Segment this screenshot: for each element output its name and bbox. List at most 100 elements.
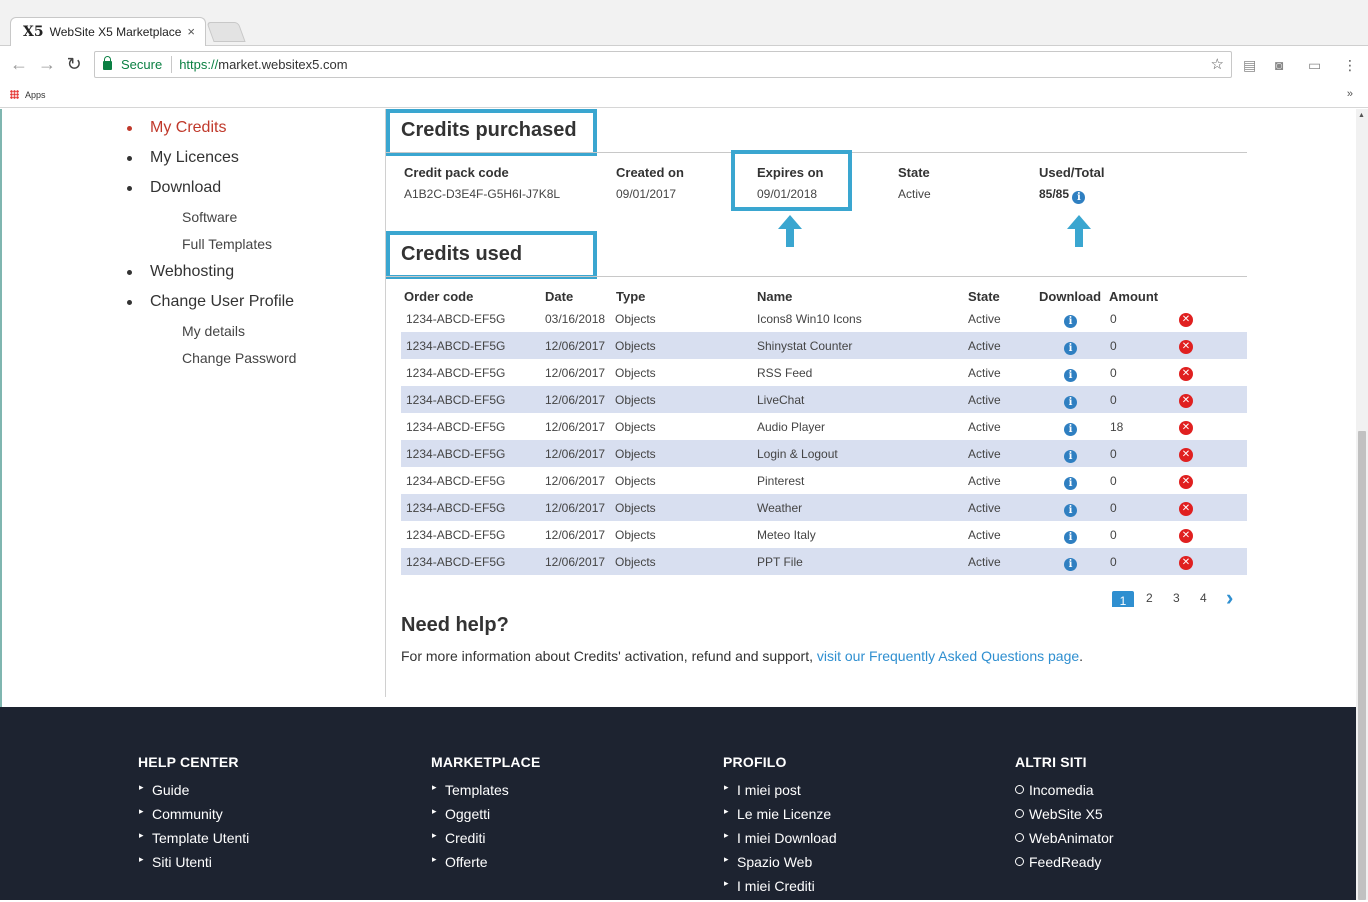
browser-tab[interactable]: X5 WebSite X5 Marketplace × <box>10 17 206 46</box>
tab-title: WebSite X5 Marketplace <box>49 25 182 39</box>
download-info-icon[interactable]: i <box>1064 554 1077 571</box>
created-on-value: 09/01/2017 <box>616 187 677 201</box>
delete-icon[interactable]: ✕ <box>1179 527 1193 543</box>
page-button[interactable]: 2 <box>1146 591 1153 605</box>
footer-link[interactable]: ▸ I miei Download <box>723 830 837 854</box>
order-code-cell: 1234-ABCD-EF5G <box>406 474 506 488</box>
footer-link[interactable]: ▸ Siti Utenti <box>138 854 249 878</box>
page-button-current[interactable]: 1 <box>1112 591 1134 607</box>
delete-icon[interactable]: ✕ <box>1179 554 1193 570</box>
faq-link[interactable]: visit our Frequently Asked Questions pag… <box>817 648 1079 664</box>
omnibox-divider <box>171 56 173 73</box>
scroll-up-icon[interactable]: ▲ <box>1358 112 1365 119</box>
order-code-cell: 1234-ABCD-EF5G <box>406 528 506 542</box>
footer-link[interactable]: ▸ Community <box>138 806 249 830</box>
bookmark-star-icon[interactable]: ☆ <box>1211 55 1224 73</box>
footer-link[interactable]: ▸ I miei post <box>723 782 837 806</box>
name-cell: Meteo Italy <box>757 528 816 542</box>
chevron-right-icon: ▸ <box>724 806 729 816</box>
cast-icon[interactable]: ▭ <box>1308 57 1321 74</box>
apps-grid-icon[interactable] <box>10 90 19 99</box>
download-info-icon[interactable]: i <box>1064 392 1077 409</box>
section-divider <box>386 276 1247 277</box>
download-info-icon[interactable]: i <box>1064 365 1077 382</box>
name-cell: Icons8 Win10 Icons <box>757 312 862 326</box>
sidebar-item-label: Change User Profile <box>150 293 295 310</box>
bookmarks-overflow-icon[interactable]: » <box>1347 88 1353 100</box>
amount-cell: 0 <box>1110 339 1117 353</box>
footer-link[interactable]: FeedReady <box>1015 854 1114 878</box>
footer-link[interactable]: WebSite X5 <box>1015 806 1114 830</box>
footer-link[interactable]: ▸ I miei Crediti <box>723 878 837 902</box>
scrollbar-thumb[interactable] <box>1358 431 1366 900</box>
footer-link[interactable]: ▸ Template Utenti <box>138 830 249 854</box>
footer-link[interactable]: Incomedia <box>1015 782 1114 806</box>
bullet-icon <box>127 300 132 305</box>
amount-cell: 0 <box>1110 501 1117 515</box>
delete-icon[interactable]: ✕ <box>1179 419 1193 435</box>
state-cell: Active <box>968 555 1001 569</box>
footer-link[interactable]: ▸ Crediti <box>431 830 541 854</box>
download-info-icon[interactable]: i <box>1064 473 1077 490</box>
footer-heading: PROFILO <box>723 754 787 770</box>
camera-extension-icon[interactable]: ◙ <box>1275 57 1283 73</box>
sidebar-subitem-my-details[interactable]: My details <box>182 323 245 339</box>
delete-icon[interactable]: ✕ <box>1179 500 1193 516</box>
footer-heading: HELP CENTER <box>138 754 239 770</box>
page-button[interactable]: 3 <box>1173 591 1180 605</box>
tab-close-icon[interactable]: × <box>187 24 195 39</box>
footer-link[interactable]: ▸ Guide <box>138 782 249 806</box>
pdf-extension-icon[interactable]: ▤ <box>1243 57 1256 74</box>
delete-icon[interactable]: ✕ <box>1179 392 1193 408</box>
footer-link[interactable]: ▸ Offerte <box>431 854 541 878</box>
chevron-right-icon: ▸ <box>724 782 729 792</box>
footer-link[interactable]: ▸ Templates <box>431 782 541 806</box>
date-cell: 12/06/2017 <box>545 555 606 569</box>
type-cell: Objects <box>615 555 656 569</box>
address-bar[interactable]: Secure https:// market.websitex5.com ☆ <box>94 51 1232 78</box>
back-arrow-icon[interactable]: ← <box>9 54 29 75</box>
delete-icon[interactable]: ✕ <box>1179 446 1193 462</box>
download-info-icon[interactable]: i <box>1064 338 1077 355</box>
download-info-icon[interactable]: i <box>1064 311 1077 328</box>
footer-link[interactable]: ▸ Spazio Web <box>723 854 837 878</box>
chevron-right-icon: ▸ <box>724 878 729 888</box>
sidebar-subitem-change-password[interactable]: Change Password <box>182 350 296 366</box>
table-row: 1234-ABCD-EF5G 12/06/2017 Objects Audio … <box>401 413 1247 440</box>
download-info-icon[interactable]: i <box>1064 446 1077 463</box>
order-code-cell: 1234-ABCD-EF5G <box>406 312 506 326</box>
header-download: Download <box>1039 289 1102 304</box>
amount-cell: 0 <box>1110 528 1117 542</box>
download-info-icon[interactable]: i <box>1064 527 1077 544</box>
order-code-cell: 1234-ABCD-EF5G <box>406 555 506 569</box>
delete-icon[interactable]: ✕ <box>1179 338 1193 354</box>
sidebar-subitem-full-templates[interactable]: Full Templates <box>182 236 272 252</box>
highlight-box-used-title <box>386 231 597 279</box>
name-cell: Shinystat Counter <box>757 339 853 353</box>
footer-column-marketplace: MARKETPLACE ▸ Templates ▸ Oggetti ▸ Crediti… <box>431 754 541 878</box>
footer-link[interactable]: WebAnimator <box>1015 830 1114 854</box>
footer-link[interactable]: ▸ Oggetti <box>431 806 541 830</box>
header-type: Type <box>616 289 646 304</box>
reload-icon[interactable]: ↻ <box>64 54 84 75</box>
page-button[interactable]: 4 <box>1200 591 1207 605</box>
delete-icon[interactable]: ✕ <box>1179 365 1193 381</box>
footer-link[interactable]: ▸ Le mie Licenze <box>723 806 837 830</box>
menu-dots-icon[interactable]: ⋮ <box>1343 57 1357 74</box>
delete-icon[interactable]: ✕ <box>1179 473 1193 489</box>
download-info-icon[interactable]: i <box>1064 419 1077 436</box>
next-page-icon[interactable]: › <box>1226 585 1233 611</box>
apps-bookmark[interactable]: Apps <box>25 90 46 100</box>
download-info-icon[interactable]: i <box>1064 500 1077 517</box>
page-scrollbar[interactable]: ▲ <box>1356 109 1368 900</box>
forward-arrow-icon[interactable]: → <box>37 54 57 75</box>
info-icon[interactable]: i <box>1072 191 1086 204</box>
delete-icon[interactable]: ✕ <box>1179 311 1193 327</box>
url-scheme: https:// <box>179 57 219 72</box>
footer-column-help-center: HELP CENTER ▸ Guide ▸ Community ▸ Template … <box>138 754 249 878</box>
new-tab-button[interactable] <box>206 22 246 42</box>
name-cell: PPT File <box>757 555 803 569</box>
circle-icon <box>1015 857 1024 866</box>
footer-heading: ALTRI SITI <box>1015 754 1087 770</box>
sidebar-subitem-software[interactable]: Software <box>182 209 237 225</box>
